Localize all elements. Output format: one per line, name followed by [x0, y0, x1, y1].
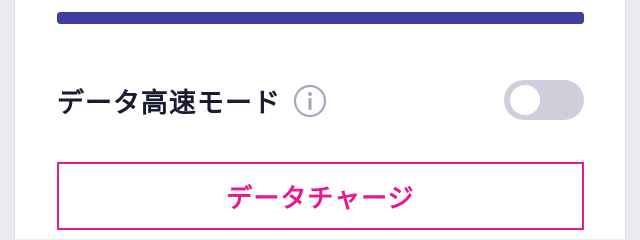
data-speed-mode-toggle[interactable]: [504, 80, 584, 120]
data-charge-button[interactable]: データチャージ: [57, 162, 584, 230]
info-icon[interactable]: [293, 84, 327, 118]
data-speed-mode-label: データ高速モード: [57, 87, 281, 119]
data-usage-progress-bar: [57, 12, 584, 24]
toggle-knob: [510, 85, 540, 115]
data-usage-progress-fill: [57, 12, 584, 24]
data-card: データ高速モード データチャージ: [14, 0, 626, 239]
